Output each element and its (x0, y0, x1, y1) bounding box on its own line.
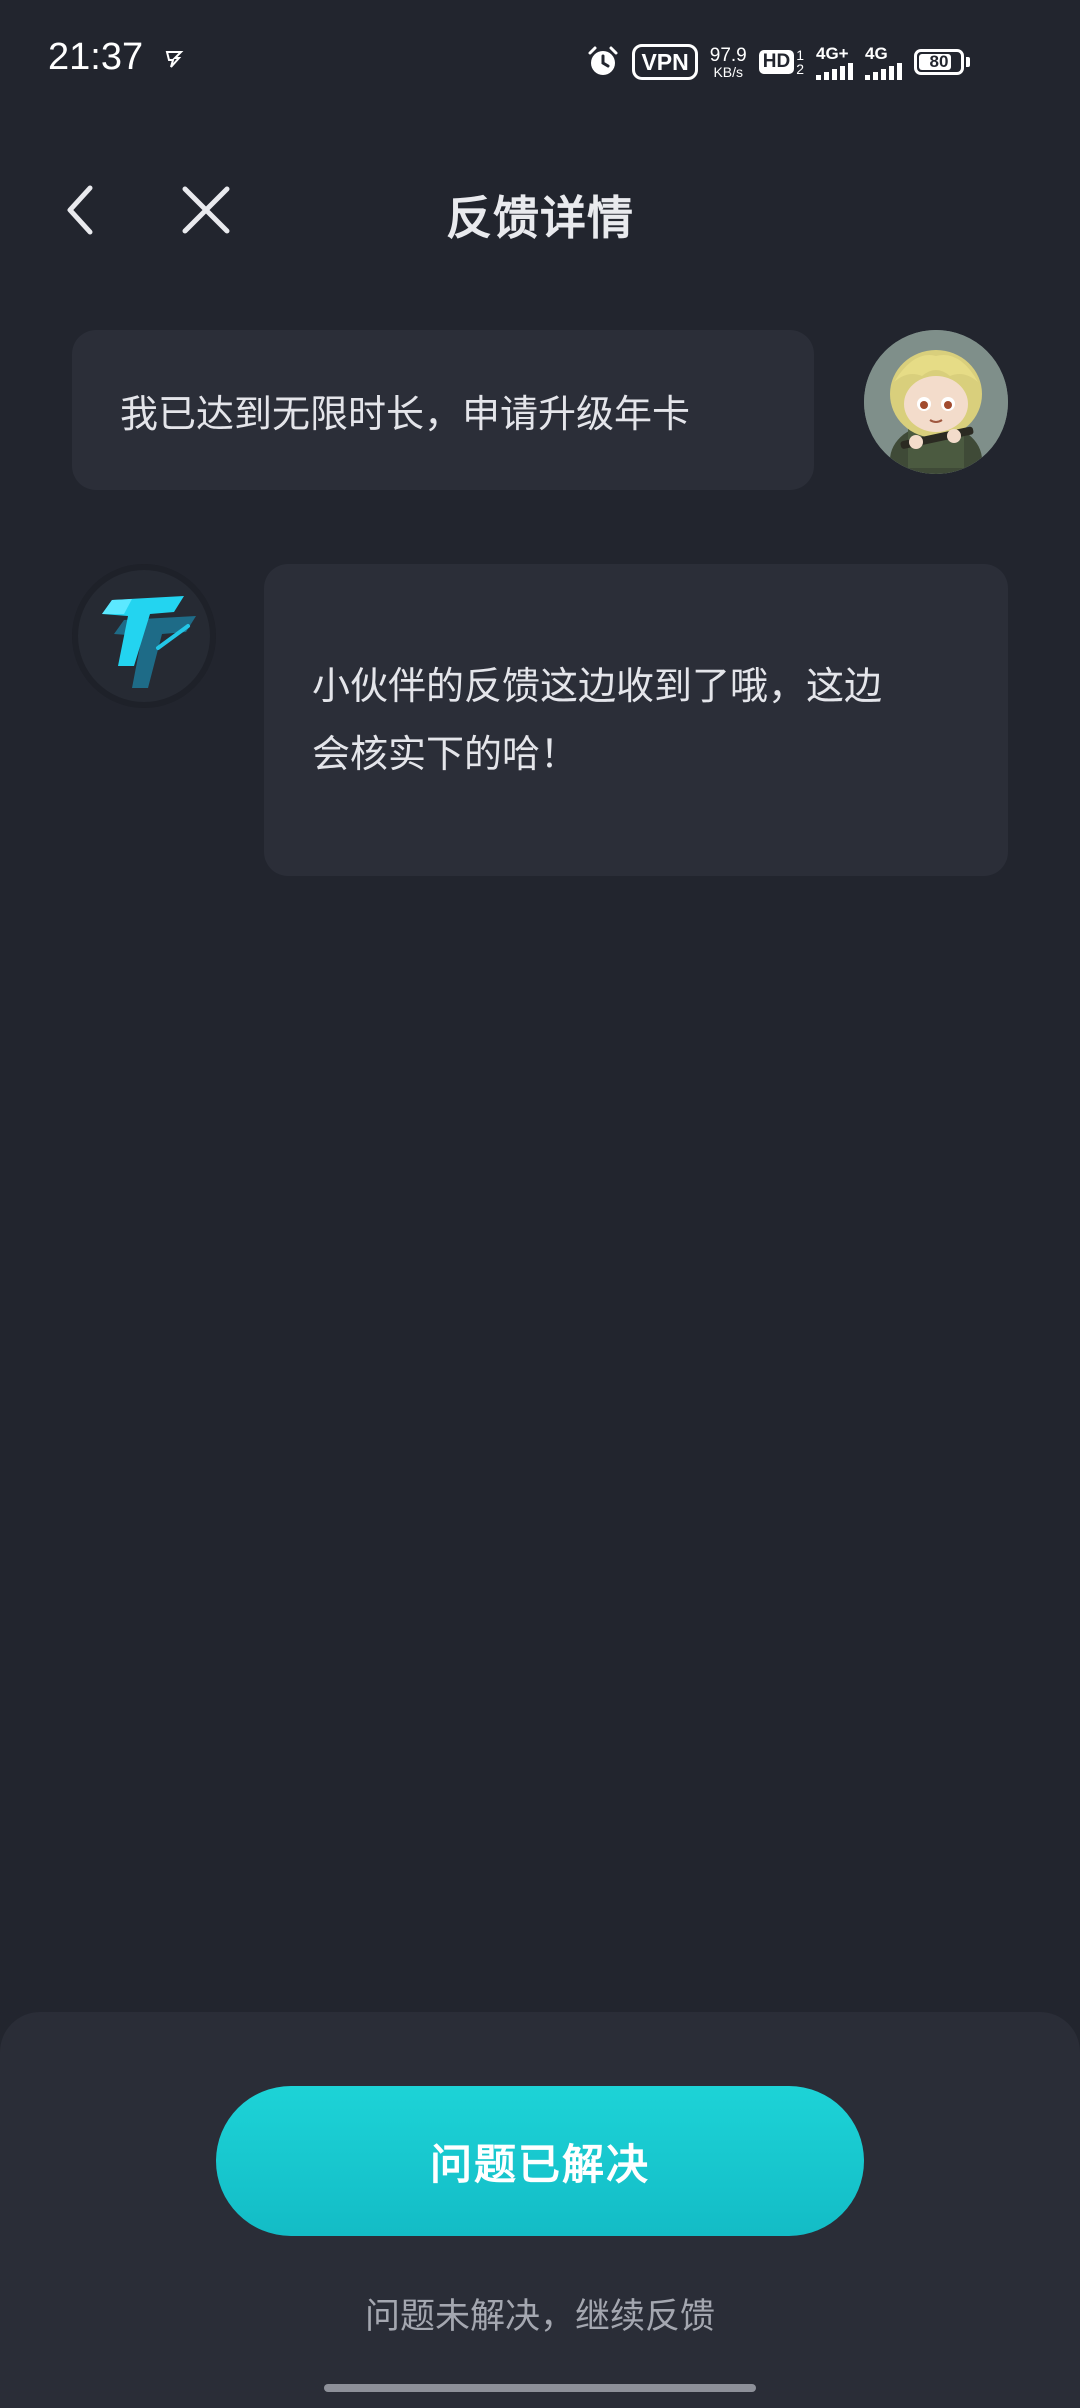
signal-bars-sim1 (816, 62, 853, 80)
bot-avatar (72, 564, 216, 708)
continue-feedback-link[interactable]: 问题未解决，继续反馈 (0, 2288, 1080, 2339)
problem-resolved-button[interactable]: 问题已解决 (216, 2086, 864, 2236)
header: 反馈详情 (0, 160, 1080, 260)
battery-level: 80 (929, 52, 949, 71)
hd-sim-2: 2 (796, 61, 804, 77)
alarm-icon (588, 46, 618, 75)
user-message-bubble: 我已达到无限时长，申请升级年卡 (72, 330, 814, 490)
network-speed-value: 97.9 (709, 44, 747, 66)
status-bar: 21:37 VPN 97.9 KB/s HD 1 2 4G+ 4G 80 (0, 0, 1080, 120)
app-notification-icon (165, 51, 184, 68)
user-avatar-image (864, 330, 1008, 474)
vpn-icon: VPN (632, 44, 698, 80)
status-icons: VPN 97.9 KB/s HD 1 2 4G+ 4G 80 (586, 40, 970, 84)
signal-icon-sim2: 4G (865, 45, 902, 80)
battery-cap (966, 57, 970, 67)
page-title: 反馈详情 (446, 191, 634, 245)
bot-message-text: 小伙伴的反馈这边收到了哦，这边 会核实下的哈！ (312, 652, 882, 788)
bot-message-bubble: 小伙伴的反馈这边收到了哦，这边 会核实下的哈！ (264, 564, 1008, 876)
network-speed-unit: KB/s (713, 63, 744, 80)
bot-message-line-1: 小伙伴的反馈这边收到了哦，这边 (312, 664, 883, 708)
app-logo-icon (72, 564, 216, 708)
home-indicator[interactable] (324, 2384, 756, 2392)
signal-label-sim2: 4G (865, 43, 888, 63)
user-avatar[interactable] (864, 330, 1008, 474)
signal-bars-sim2 (865, 62, 902, 80)
user-message-text: 我已达到无限时长，申请升级年卡 (120, 391, 691, 436)
bottom-action-sheet: 问题已解决 问题未解决，继续反馈 (0, 2012, 1080, 2408)
network-speed: 97.9 KB/s (710, 46, 747, 79)
status-time: 21:37 (48, 36, 144, 78)
battery-icon: 80 (914, 49, 964, 75)
signal-icon-sim1: 4G+ (816, 45, 853, 80)
signal-label-sim1: 4G+ (816, 43, 849, 63)
hd-label: HD (758, 50, 795, 74)
hd-sim-1: 1 (796, 47, 804, 63)
feedback-detail-screen: 21:37 VPN 97.9 KB/s HD 1 2 4G+ 4G 80 反馈详… (0, 0, 1080, 2408)
hd-icon: HD 1 2 (758, 48, 804, 76)
bot-message-line-2: 会核实下的哈！ (312, 732, 579, 776)
hd-sim-numbers: 1 2 (796, 48, 804, 76)
